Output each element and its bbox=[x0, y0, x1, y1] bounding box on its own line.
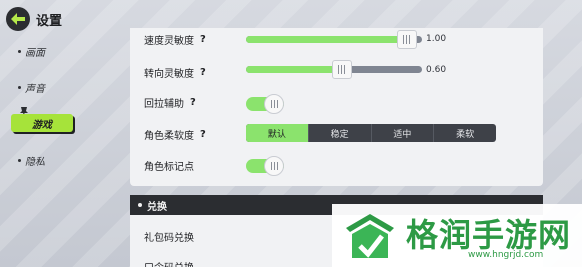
setting-label: 转向灵敏度 bbox=[144, 69, 194, 80]
page-title: 设置 bbox=[36, 13, 63, 29]
sidebar-item-game[interactable]: 游戏 bbox=[11, 114, 73, 132]
setting-label: 角色柔软度 bbox=[144, 131, 194, 142]
slider-handle[interactable] bbox=[331, 60, 352, 79]
header: 设置 bbox=[6, 6, 62, 32]
sidebar-item-label: 游戏 bbox=[32, 119, 52, 131]
bullet-icon bbox=[18, 159, 21, 162]
sidebar-item-display[interactable]: 画面 bbox=[18, 44, 45, 59]
toggle-knob bbox=[264, 156, 284, 176]
return-assist-toggle[interactable] bbox=[246, 94, 284, 114]
settings-panel: 速度灵敏度 ? 1.00 转向灵敏度 ? 0.60 回拉辅助 ? 角色柔软度 ?… bbox=[130, 28, 543, 186]
sidebar-item-label: 声音 bbox=[25, 84, 45, 95]
sidebar-item-privacy[interactable]: 隐私 bbox=[18, 153, 45, 168]
setting-return-assist: 回拉辅助 ? bbox=[144, 95, 196, 110]
bullet-icon bbox=[18, 50, 21, 53]
softness-option-stable[interactable]: 稳定 bbox=[307, 124, 371, 142]
sidebar-item-sound[interactable]: 声音 bbox=[18, 80, 45, 95]
password-code-redeem[interactable]: 口令码兑换 bbox=[144, 259, 194, 267]
setting-label: 回拉辅助 bbox=[144, 99, 184, 110]
help-icon[interactable]: ? bbox=[200, 34, 206, 45]
speed-sensitivity-value: 1.00 bbox=[426, 34, 447, 44]
slider-handle[interactable] bbox=[396, 30, 417, 49]
toggle-knob bbox=[264, 94, 284, 114]
setting-softness: 角色柔软度 ? bbox=[144, 127, 206, 142]
setting-speed-sensitivity: 速度灵敏度 ? bbox=[144, 32, 206, 47]
sidebar-item-label: 画面 bbox=[25, 48, 45, 59]
setting-label: 角色标记点 bbox=[144, 162, 194, 173]
setting-turn-sensitivity: 转向灵敏度 ? bbox=[144, 65, 206, 80]
help-icon[interactable]: ? bbox=[200, 129, 206, 140]
speed-sensitivity-slider[interactable] bbox=[246, 30, 422, 49]
bullet-icon bbox=[18, 86, 21, 89]
softness-selector: 默认 稳定 适中 柔软 bbox=[246, 124, 496, 142]
sidebar-item-label: 隐私 bbox=[25, 157, 45, 168]
setting-marker: 角色标记点 bbox=[144, 158, 194, 173]
slider-fill bbox=[246, 36, 407, 43]
marker-toggle[interactable] bbox=[246, 156, 284, 176]
watermark: 格润手游网 www.hngrjd.com bbox=[332, 204, 582, 267]
bullet-icon bbox=[138, 203, 142, 207]
help-icon[interactable]: ? bbox=[190, 97, 196, 108]
softness-option-soft[interactable]: 柔软 bbox=[433, 124, 496, 142]
watermark-url: www.hngrjd.com bbox=[468, 250, 544, 260]
softness-option-default[interactable]: 默认 bbox=[246, 124, 308, 142]
back-arrow-icon bbox=[11, 13, 25, 25]
watermark-logo-icon bbox=[346, 214, 394, 258]
help-icon[interactable]: ? bbox=[200, 67, 206, 78]
softness-option-moderate[interactable]: 适中 bbox=[370, 124, 434, 142]
turn-sensitivity-slider[interactable] bbox=[246, 60, 422, 79]
gift-code-redeem[interactable]: 礼包码兑换 bbox=[144, 229, 194, 244]
slider-fill bbox=[246, 66, 342, 73]
setting-label: 速度灵敏度 bbox=[144, 36, 194, 47]
exchange-title: 兑换 bbox=[147, 201, 167, 213]
back-button[interactable] bbox=[6, 7, 30, 31]
turn-sensitivity-value: 0.60 bbox=[426, 65, 447, 75]
